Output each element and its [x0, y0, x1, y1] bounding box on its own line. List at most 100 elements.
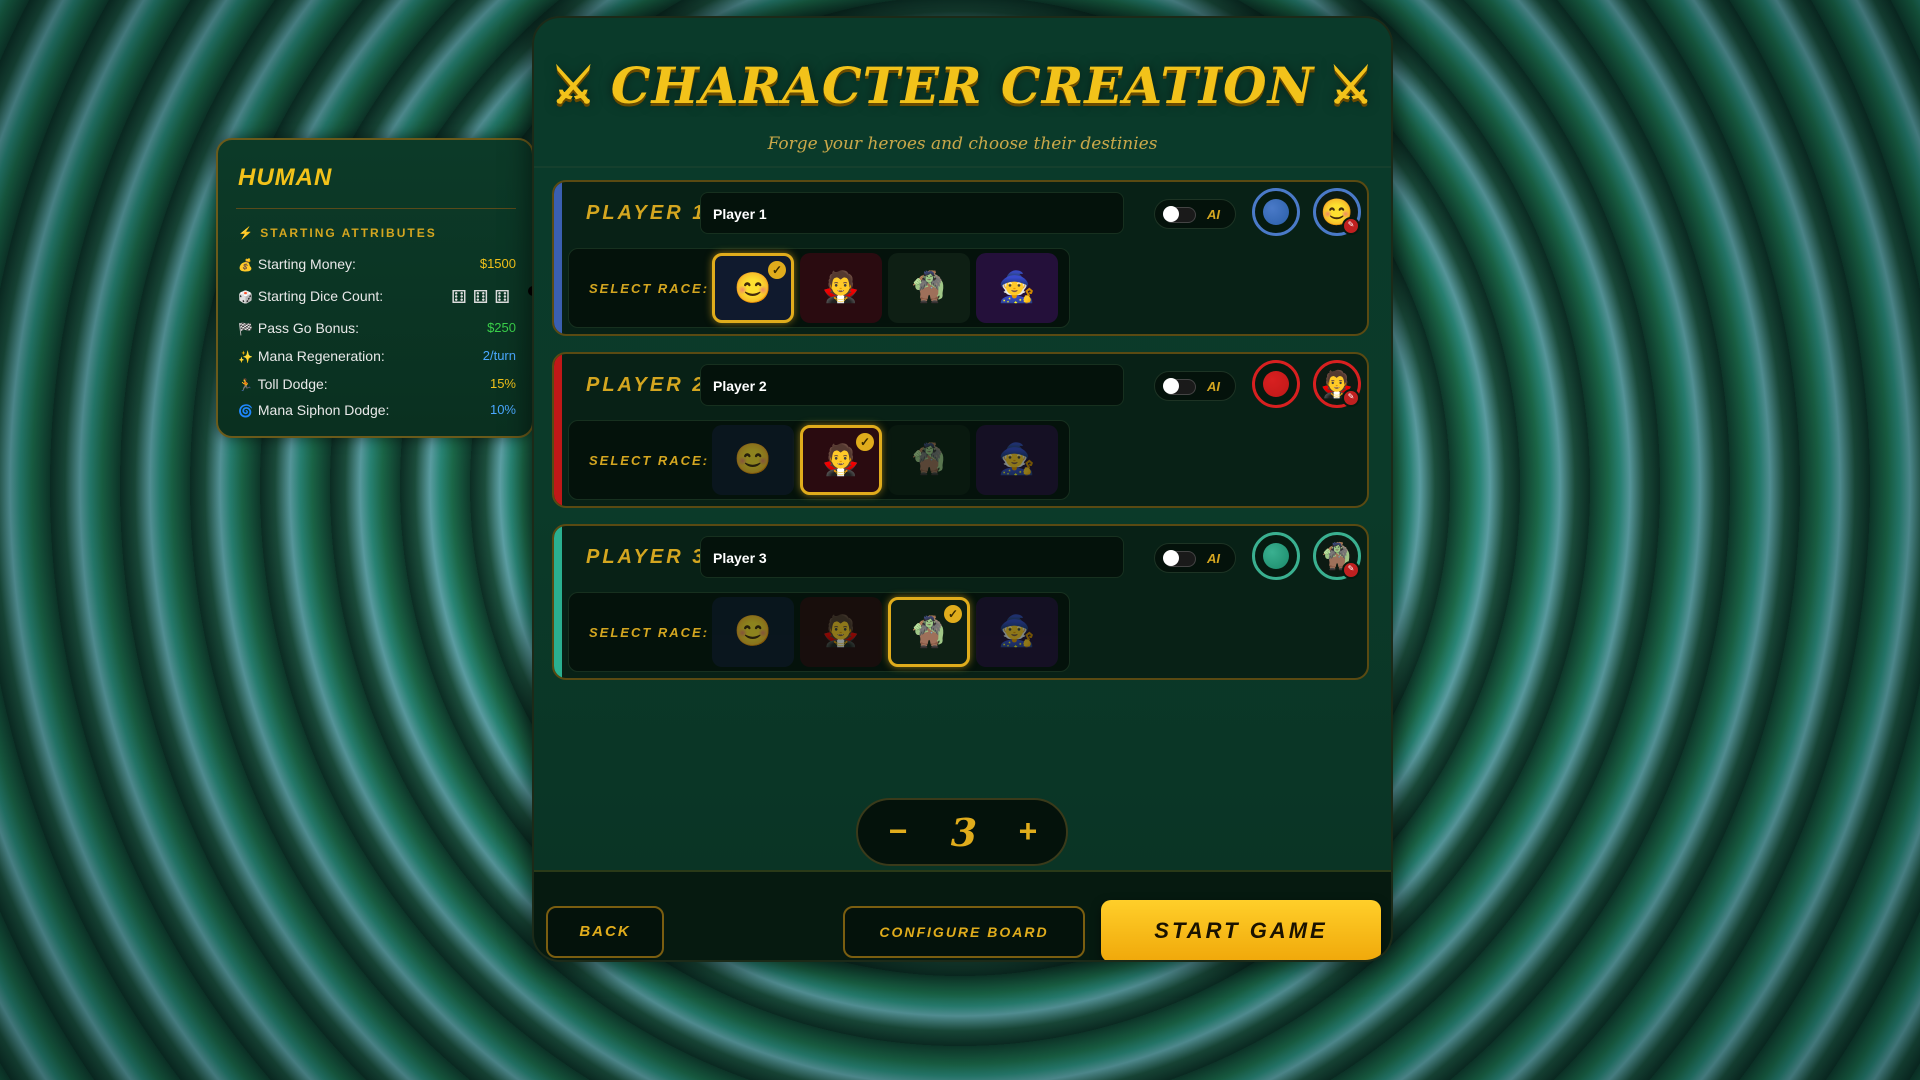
player-card: PLAYER 2: Player 2 AI 🧛 ✎ SELECT RACE: 😊…	[552, 352, 1369, 508]
player-card: PLAYER 3: Player 3 AI 🧌 ✎ SELECT RACE: 😊…	[552, 524, 1369, 680]
race-avatar-icon: 🧌	[910, 443, 948, 476]
select-race-label: SELECT RACE:	[589, 625, 710, 640]
toggle-knob	[1163, 206, 1179, 222]
crossed-swords-icon: ⚔	[1328, 56, 1375, 115]
character-creation-panel: ⚔ CHARACTER CREATION ⚔ Forge your heroes a…	[532, 16, 1393, 962]
attr-value: $250	[487, 320, 516, 335]
player-avatar-button[interactable]: 😊 ✎	[1313, 188, 1361, 236]
color-swatch	[1263, 371, 1289, 397]
race-option[interactable]: 🧙	[976, 253, 1058, 323]
header: ⚔ CHARACTER CREATION ⚔ Forge your heroes a…	[534, 18, 1391, 168]
ai-toggle[interactable]: AI	[1154, 543, 1236, 573]
player-color-button[interactable]	[1252, 360, 1300, 408]
ai-label: AI	[1207, 207, 1220, 222]
check-icon: ✓	[856, 433, 874, 451]
attr-dice-count: 🎲 Starting Dice Count: ⚅⚅⚅	[238, 287, 516, 307]
divider	[534, 166, 1391, 168]
player-color-button[interactable]	[1252, 532, 1300, 580]
attr-mana-regen: ✨ Mana Regeneration: 2/turn	[238, 348, 516, 364]
siphon-icon: 🌀	[238, 404, 253, 418]
attr-value: 10%	[489, 402, 516, 417]
dice-icon: 🎲	[238, 290, 253, 304]
player-name-input[interactable]: Player 1	[700, 192, 1124, 234]
race-avatar-icon: 🧛	[822, 271, 860, 304]
select-race-label: SELECT RACE:	[589, 281, 710, 296]
race-avatar-icon: 🧌	[910, 616, 948, 649]
ai-label: AI	[1207, 551, 1220, 566]
race-avatar-icon: 🧙	[998, 443, 1036, 476]
back-button[interactable]: BACK	[546, 906, 664, 958]
attr-starting-money: 💰 Starting Money: $1500	[238, 256, 516, 272]
footer: BACK CONFIGURE BOARD START GAME	[534, 872, 1391, 960]
attr-mana-siphon: 🌀 Mana Siphon Dodge: 10%	[238, 402, 516, 418]
configure-board-button[interactable]: CONFIGURE BOARD	[843, 906, 1085, 958]
color-swatch	[1263, 543, 1289, 569]
race-selector: SELECT RACE: 😊 🧛 ✓ 🧌 🧙	[568, 420, 1070, 500]
player-label: PLAYER 2:	[586, 374, 716, 396]
player-label: PLAYER 3:	[586, 546, 716, 568]
edit-icon: ✎	[1342, 389, 1360, 407]
player-label: PLAYER 1:	[586, 202, 716, 224]
race-name: HUMAN	[238, 164, 333, 191]
toggle-knob	[1163, 378, 1179, 394]
page-subtitle: Forge your heroes and choose their desti…	[767, 134, 1158, 154]
race-avatar-icon: 🧌	[910, 271, 948, 304]
dice-icons: ⚅⚅⚅	[451, 287, 516, 307]
decrease-players-button[interactable]: −	[878, 812, 918, 852]
player-color-stripe	[554, 354, 562, 506]
player-avatar-button[interactable]: 🧛 ✎	[1313, 360, 1361, 408]
race-selector: SELECT RACE: 😊 🧛 🧌 ✓ 🧙	[568, 592, 1070, 672]
section-title: ⚡ STARTING ATTRIBUTES	[238, 226, 437, 240]
player-count-stepper: − 3 +	[856, 798, 1068, 866]
race-avatar-icon: 😊	[734, 443, 772, 476]
ai-toggle[interactable]: AI	[1154, 371, 1236, 401]
increase-players-button[interactable]: +	[1008, 812, 1048, 852]
race-option[interactable]: 🧙	[976, 425, 1058, 495]
race-option[interactable]: 🧙	[976, 597, 1058, 667]
race-option[interactable]: 🧌	[888, 425, 970, 495]
race-option[interactable]: 😊	[712, 425, 794, 495]
player-avatar-button[interactable]: 🧌 ✎	[1313, 532, 1361, 580]
race-option[interactable]: 🧛	[800, 253, 882, 323]
running-icon: 🏃	[238, 378, 253, 392]
player-card: PLAYER 1: Player 1 AI 😊 ✎ SELECT RACE: 😊…	[552, 180, 1369, 336]
select-race-label: SELECT RACE:	[589, 453, 710, 468]
race-option[interactable]: 🧌	[888, 253, 970, 323]
color-swatch	[1263, 199, 1289, 225]
ai-label: AI	[1207, 379, 1220, 394]
race-avatar-icon: 😊	[734, 272, 772, 305]
player-color-stripe	[554, 526, 562, 678]
race-option[interactable]: 🧌 ✓	[888, 597, 970, 667]
race-avatar-icon: 🧙	[998, 615, 1036, 648]
race-avatar-icon: 😊	[734, 615, 772, 648]
toggle-knob	[1163, 550, 1179, 566]
divider	[236, 208, 516, 209]
edit-icon: ✎	[1342, 217, 1360, 235]
race-selector: SELECT RACE: 😊 ✓ 🧛 🧌 🧙	[568, 248, 1070, 328]
lightning-icon: ⚡	[238, 226, 261, 240]
attr-value: 15%	[489, 376, 516, 391]
attr-pass-go: 🏁 Pass Go Bonus: $250	[238, 320, 516, 336]
check-icon: ✓	[944, 605, 962, 623]
race-option[interactable]: 😊 ✓	[712, 253, 794, 323]
race-info-panel: HUMAN ⚡ STARTING ATTRIBUTES 💰 Starting M…	[216, 138, 534, 438]
player-name-input[interactable]: Player 3	[700, 536, 1124, 578]
race-option[interactable]: 😊	[712, 597, 794, 667]
attr-toll-dodge: 🏃 Toll Dodge: 15%	[238, 376, 516, 392]
player-count: 3	[950, 810, 978, 855]
player-name-input[interactable]: Player 2	[700, 364, 1124, 406]
ai-toggle[interactable]: AI	[1154, 199, 1236, 229]
race-avatar-icon: 🧙	[998, 271, 1036, 304]
start-game-button[interactable]: START GAME	[1101, 900, 1381, 960]
crossed-swords-icon: ⚔	[550, 56, 597, 115]
attr-value: $1500	[479, 256, 516, 271]
race-avatar-icon: 🧛	[822, 444, 860, 477]
attr-value: 2/turn	[482, 348, 516, 363]
page-title: ⚔ CHARACTER CREATION ⚔	[550, 56, 1375, 115]
sparkles-icon: ✨	[238, 350, 253, 364]
money-bag-icon: 💰	[238, 258, 253, 272]
race-option[interactable]: 🧛 ✓	[800, 425, 882, 495]
race-option[interactable]: 🧛	[800, 597, 882, 667]
player-color-button[interactable]	[1252, 188, 1300, 236]
checkered-flag-icon: 🏁	[238, 322, 253, 336]
